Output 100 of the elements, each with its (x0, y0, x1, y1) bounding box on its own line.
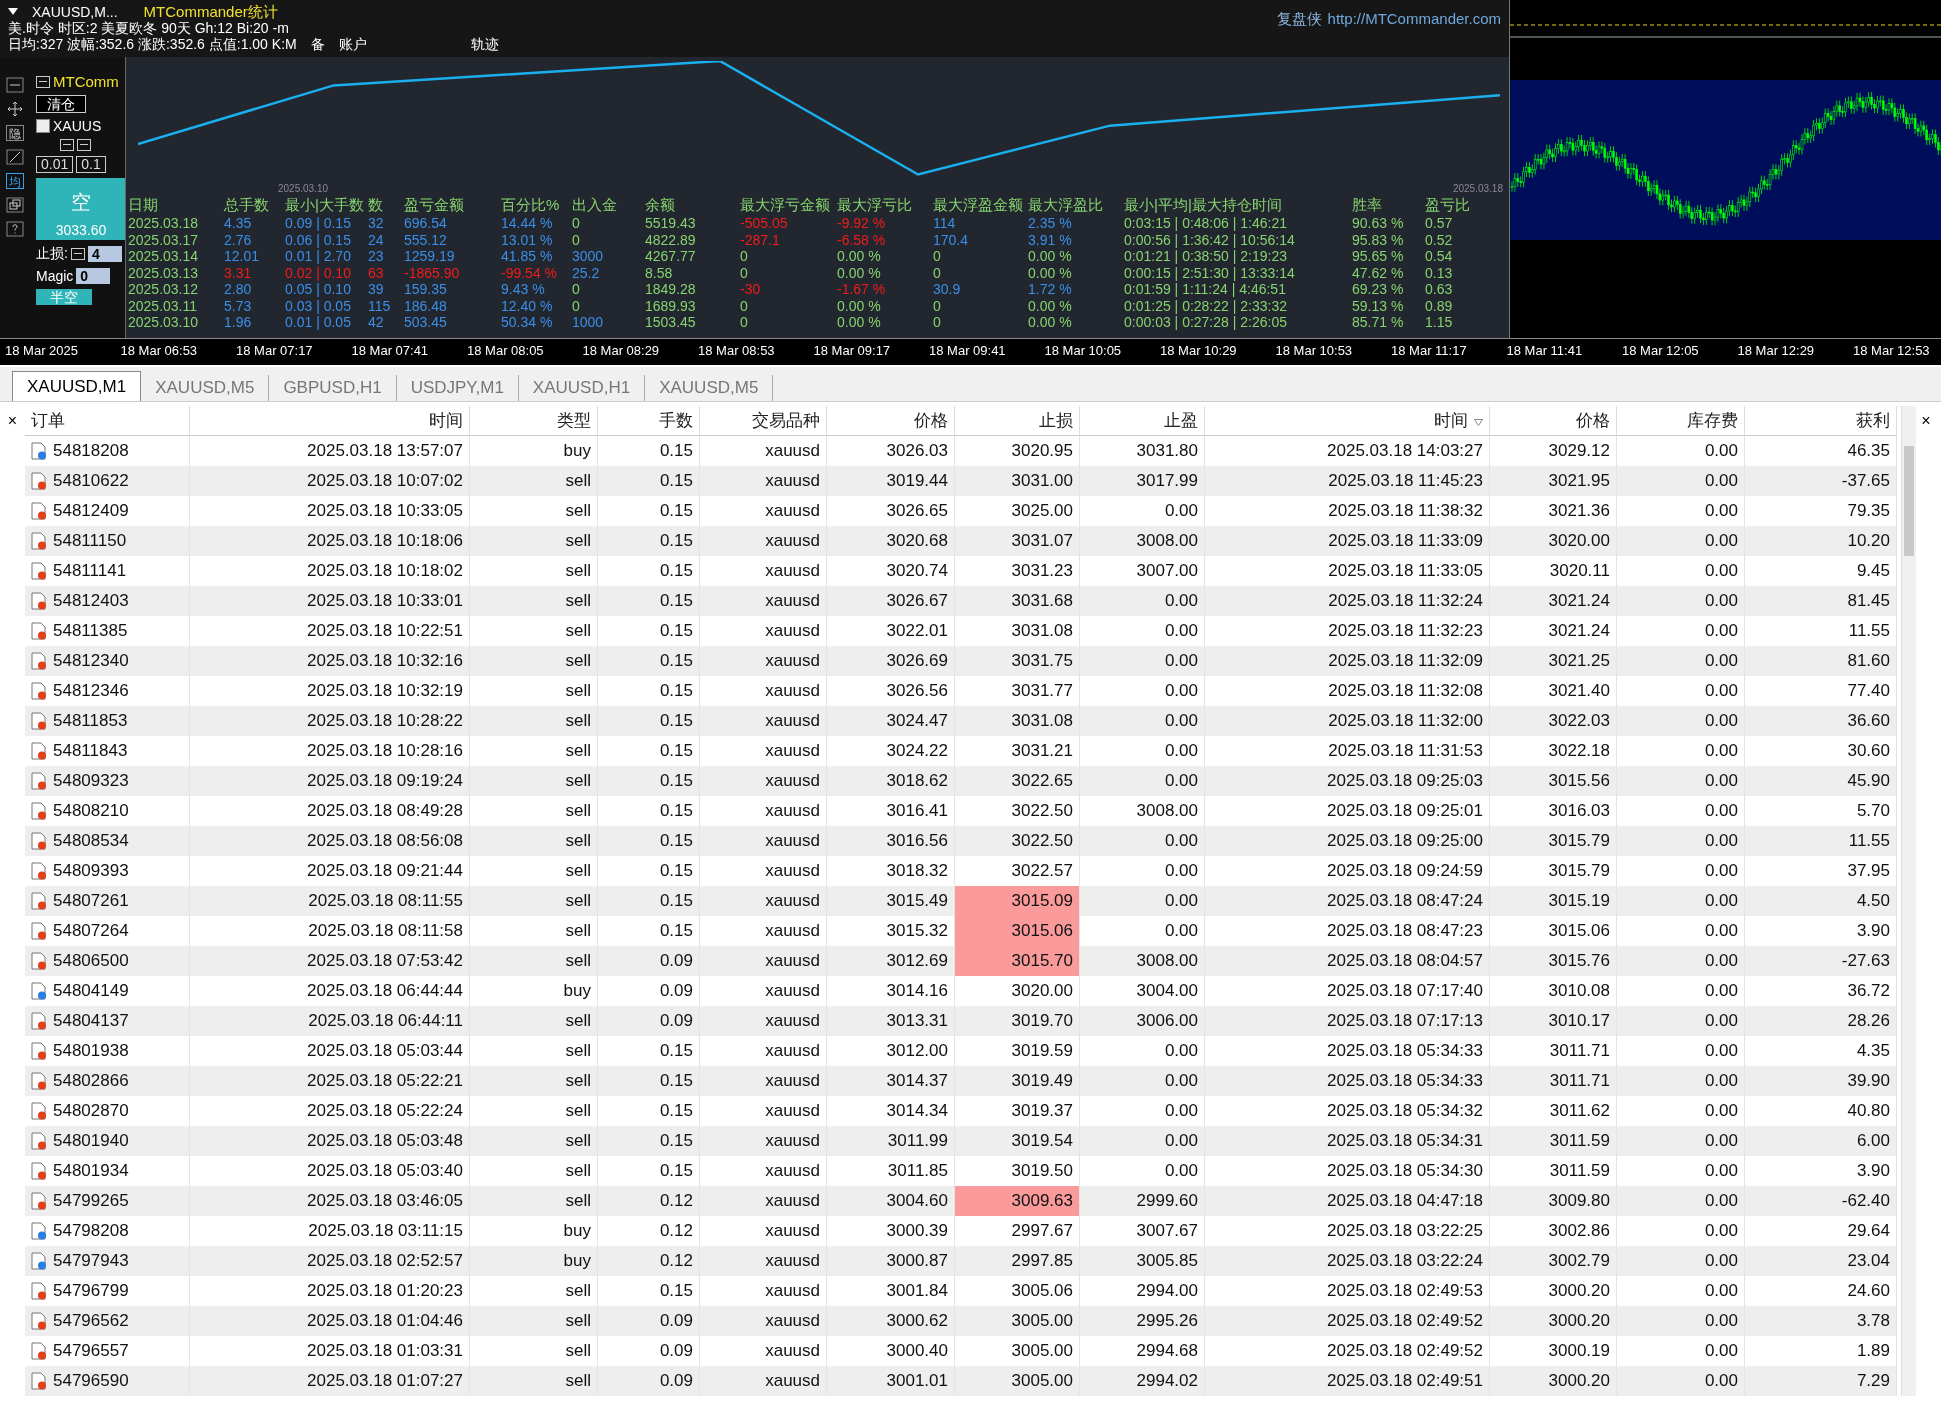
chart-tab[interactable]: XAUUSD,M5 (645, 375, 774, 401)
close-price-cell: 3011.59 (1490, 1126, 1617, 1156)
window-icon[interactable] (6, 77, 24, 93)
time-cell: 2025.03.18 10:28:22 (190, 706, 470, 736)
column-header[interactable]: 价格 (1490, 406, 1617, 436)
profit-cell: 81.45 (1745, 586, 1897, 616)
float-loss-percent-cell-text: 0.00 % (837, 297, 882, 314)
swap-cell: 0.00 (1617, 526, 1745, 556)
column-header[interactable]: 时间 (1205, 406, 1490, 436)
lots-cell-text: 1.96 (224, 314, 253, 331)
take-profit-cell: 0.00 (1080, 646, 1205, 676)
chart-tab[interactable]: XAUUSD,M5 (141, 375, 270, 401)
close-time-cell: 2025.03.18 09:25:00 (1205, 826, 1490, 856)
collapse-button[interactable] (36, 75, 50, 88)
lot-button[interactable]: 0.01 (36, 156, 74, 173)
profit-cell: 7.29 (1745, 1366, 1897, 1396)
close-icon[interactable]: × (0, 406, 25, 436)
column-header[interactable]: 止盈 (1080, 406, 1205, 436)
column-header: 总手数 (224, 195, 270, 215)
column-header[interactable]: 止损 (955, 406, 1080, 436)
axis-label: 18 Mar 08:05 (467, 342, 545, 360)
close-price-cell: 3011.71 (1490, 1066, 1617, 1096)
column-header[interactable]: 交易品种 (700, 406, 827, 436)
swap-cell: 0.00 (1617, 826, 1745, 856)
close-time-cell: 2025.03.18 11:32:09 (1205, 646, 1490, 676)
stop-loss-cell: 3022.65 (955, 766, 1080, 796)
average-tool[interactable]: 均 (6, 173, 24, 189)
checkbox[interactable] (36, 119, 50, 133)
stop-loss-cell: 3031.00 (955, 466, 1080, 496)
column-header[interactable]: 库存费 (1617, 406, 1745, 436)
close-price-cell: 3015.56 (1490, 766, 1617, 796)
stop-loss-cell: 3019.70 (955, 1006, 1080, 1036)
dropdown-icon[interactable] (8, 8, 18, 16)
take-profit-cell: 2999.60 (1080, 1186, 1205, 1216)
lot-button[interactable]: 0.1 (76, 156, 106, 173)
type-cell: sell (470, 706, 598, 736)
profit-cell: -62.40 (1745, 1186, 1897, 1216)
close-icon[interactable]: × (1916, 406, 1936, 436)
axis-label: 18 Mar 10:29 (1160, 342, 1238, 360)
win-rate-cell-text: 69.23 % (1352, 281, 1405, 298)
hold-time-cell-text: 0:00:15 | 2:51:30 | 13:33:14 (1124, 264, 1296, 281)
stop-loss-cell: 3031.08 (955, 706, 1080, 736)
chart-tab[interactable]: USDJPY,M1 (396, 375, 519, 401)
stop-loss-field[interactable]: 4 (87, 246, 122, 262)
order-cell-text: 54811385 (53, 620, 128, 642)
hold-time-cell-text: 0:00:56 | 1:36:42 | 10:56:14 (1124, 231, 1296, 248)
ratio-cell-text: 0.13 (1425, 264, 1454, 281)
order-cell-text: 54796590 (53, 1370, 129, 1392)
help-icon[interactable] (6, 221, 24, 237)
column-header[interactable]: 订单 (25, 406, 190, 436)
stop-loss-cell: 3005.00 (955, 1366, 1080, 1396)
column-header[interactable]: 手数 (598, 406, 700, 436)
hide-tool[interactable]: 隐 (6, 125, 24, 141)
stop-loss-cell: 3022.50 (955, 826, 1080, 856)
lots-cell-text: 3.31 (224, 264, 253, 281)
line-icon[interactable] (6, 149, 24, 165)
windows-icon[interactable] (6, 197, 24, 213)
site-link[interactable]: http://MTCommander.com (1327, 10, 1501, 29)
deposit-cell-text: 3000 (572, 248, 605, 265)
count-cell-text: 24 (368, 231, 385, 248)
lot-range-cell-text: 0.01 | 0.05 (285, 314, 352, 331)
symbol-cell: xauusd (700, 946, 827, 976)
minus-button[interactable] (60, 139, 74, 151)
chart-symbol: XAUUSD,M... (32, 4, 118, 20)
close-time-cell: 2025.03.18 11:33:09 (1205, 526, 1490, 556)
close-price-cell: 3015.19 (1490, 886, 1617, 916)
win-rate-cell-text: 95.65 % (1352, 248, 1405, 265)
lots-cell: 0.09 (598, 1306, 700, 1336)
take-profit-cell: 3008.00 (1080, 946, 1205, 976)
column-header: 出入金 (572, 195, 618, 215)
deposit-cell-text: 0 (572, 297, 581, 314)
column-header[interactable]: 类型 (470, 406, 598, 436)
type-cell: sell (470, 766, 598, 796)
stop-loss-cell: 3019.54 (955, 1126, 1080, 1156)
profit-cell: 28.26 (1745, 1006, 1897, 1036)
close-price-cell: 3021.24 (1490, 586, 1617, 616)
column-header[interactable]: 价格 (827, 406, 955, 436)
hold-time-cell-text: 0:01:21 | 0:38:50 | 2:19:23 (1124, 248, 1288, 265)
chart-tab[interactable]: XAUUSD,H1 (518, 375, 646, 401)
symbol-cell: xauusd (700, 646, 827, 676)
scrollbar[interactable] (1901, 406, 1916, 1396)
close-price-cell: 3022.03 (1490, 706, 1617, 736)
close-all-button[interactable]: 清仓 (36, 95, 86, 113)
chart-tab[interactable]: GBPUSD,H1 (269, 375, 397, 401)
stop-loss-cell: 3015.70 (955, 946, 1080, 976)
percent-cell-text: -99.54 % (501, 264, 559, 281)
move-icon[interactable] (6, 101, 24, 117)
column-header[interactable]: 时间 (190, 406, 470, 436)
column-header[interactable]: 获利 (1745, 406, 1897, 436)
stop-loss-label: 止损: (36, 245, 68, 263)
lots-cell: 0.15 (598, 466, 700, 496)
minus-button[interactable] (77, 139, 91, 151)
end-date: 2025.03.18 (1452, 183, 1503, 195)
lots-cell: 0.15 (598, 886, 700, 916)
chart-tab[interactable]: XAUUSD,M1 (12, 371, 142, 401)
magic-field[interactable]: 0 (76, 268, 111, 284)
lot-range-cell-text: 0.06 | 0.15 (285, 231, 352, 248)
minus-button[interactable] (70, 248, 85, 260)
close-price-cell: 3010.17 (1490, 1006, 1617, 1036)
order-cell-text: 54809393 (53, 860, 129, 882)
